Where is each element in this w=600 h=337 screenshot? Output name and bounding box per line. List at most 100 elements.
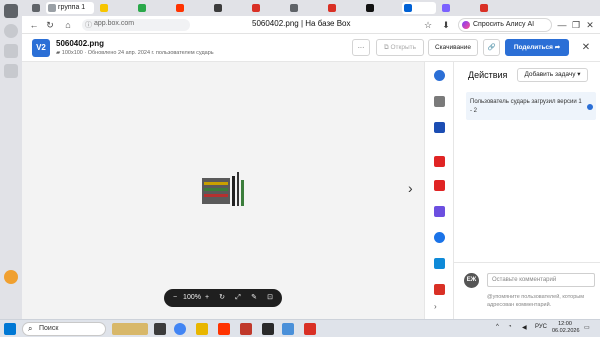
gmail-icon[interactable] — [434, 284, 445, 295]
close-icon[interactable]: ✕ — [584, 19, 596, 31]
more-button[interactable]: ··· — [352, 39, 370, 56]
address-bar: ← ↻ ⌂ ⓘ app.box.com 5060402.png | На баз… — [22, 16, 600, 34]
share-button[interactable]: Поделиться ➦ — [505, 39, 569, 56]
open-button[interactable]: ⧉ Открыть — [376, 39, 424, 56]
zoom-in-button[interactable]: + — [202, 292, 212, 304]
browser-tab[interactable] — [326, 2, 360, 14]
tab-favicon-icon — [328, 4, 336, 12]
version-badge[interactable]: V2 — [32, 39, 50, 57]
taskbar-search[interactable]: ⌕ Поиск — [22, 322, 106, 336]
tab-favicon-icon — [290, 4, 298, 12]
tab-favicon-icon — [480, 4, 488, 12]
browser-tab[interactable] — [98, 2, 132, 14]
comment-section: ЕЖ Оставьте комментарий @упомяните польз… — [454, 262, 600, 319]
copy-link-button[interactable]: 🔗 — [483, 39, 500, 56]
window-icon[interactable] — [30, 2, 40, 14]
ask-alice-label: Спросить Алису AI — [473, 21, 535, 28]
tab-favicon-icon — [366, 4, 374, 12]
chevron-down-icon: ▾ — [577, 71, 581, 78]
minimize-icon[interactable]: — — [556, 19, 568, 31]
file-meta-text: 100x100 · Обновлено 24 апр. 2024 г. поль… — [61, 50, 214, 56]
rotate-icon[interactable]: ↻ — [216, 292, 228, 304]
yandex-browser-icon[interactable] — [218, 323, 230, 335]
image-preview: › − 100% + ↻ ⤢ ✎ ⊡ — [22, 62, 424, 319]
preview-image[interactable] — [202, 172, 246, 210]
network-icon[interactable]: ◔ — [508, 324, 512, 330]
tab-favicon-icon — [442, 4, 450, 12]
zoom-app-icon[interactable] — [434, 232, 445, 243]
notifications-icon[interactable]: ▭ — [584, 324, 590, 331]
link-icon: 🔗 — [487, 44, 496, 51]
acrobat-icon[interactable] — [434, 180, 445, 191]
home-icon[interactable]: ⌂ — [62, 19, 74, 31]
browser-tab[interactable] — [212, 2, 246, 14]
draw-icon[interactable]: ⊡ — [264, 292, 276, 304]
folder-icon: ▰ — [56, 50, 61, 56]
file-meta: ▰ 100x100 · Обновлено 24 апр. 2024 г. по… — [56, 50, 214, 56]
comment-hint: @упомяните пользователей, которым адресо… — [487, 294, 585, 308]
add-task-button[interactable]: Добавить задачу ▾ — [517, 68, 588, 82]
pdf-icon[interactable] — [434, 156, 445, 167]
app3-icon[interactable] — [282, 323, 294, 335]
alice-icon[interactable] — [4, 270, 18, 284]
tab-group-1[interactable]: группа 1 — [46, 2, 94, 14]
avatar: ЕЖ — [464, 273, 479, 288]
browser-tab[interactable] — [136, 2, 170, 14]
app2-icon[interactable] — [262, 323, 274, 335]
browser-tab[interactable] — [250, 2, 284, 14]
zoom-level: 100% — [183, 294, 201, 301]
app-integration-icon[interactable] — [434, 122, 445, 133]
browser-tab[interactable] — [174, 2, 208, 14]
app4-icon[interactable] — [304, 323, 316, 335]
ask-alice-button[interactable]: Спросить Алису AI — [458, 18, 552, 32]
file-name: 5060402.png — [56, 39, 105, 48]
search-icon: ⌕ — [28, 324, 33, 333]
profile-icon[interactable] — [4, 24, 18, 38]
downloads-icon[interactable] — [4, 64, 18, 78]
open-label: Открыть — [390, 44, 416, 51]
app-icon[interactable] — [240, 323, 252, 335]
task-view-icon[interactable] — [154, 323, 166, 335]
zoom-out-button[interactable]: − — [170, 292, 180, 304]
volume-icon[interactable]: ◀ — [522, 324, 527, 331]
info-icon[interactable] — [587, 104, 593, 110]
browser-tab[interactable] — [440, 2, 474, 14]
tab-label: группа 1 — [58, 4, 86, 11]
close-preview-icon[interactable]: ✕ — [580, 42, 592, 54]
back-icon[interactable]: ← — [28, 19, 40, 31]
download-button[interactable]: Скачивание — [428, 39, 478, 56]
reload-icon[interactable]: ↻ — [44, 19, 56, 31]
browser-tab[interactable] — [478, 2, 512, 14]
sidebar-tabs: › — [424, 62, 454, 319]
start-icon[interactable] — [4, 323, 16, 335]
sign-icon[interactable] — [434, 206, 445, 217]
maximize-icon[interactable]: ❐ — [570, 19, 582, 31]
browser-tab[interactable] — [402, 2, 436, 14]
annotate-icon[interactable]: ✎ — [248, 292, 260, 304]
site-info-icon[interactable]: ⓘ — [85, 20, 92, 30]
bookmark-icon[interactable]: ☆ — [422, 19, 434, 31]
next-file-arrow-icon[interactable]: › — [408, 180, 413, 196]
taskbar-search-label: Поиск — [39, 325, 59, 332]
keyboard-language[interactable]: РУС — [535, 324, 547, 330]
file-explorer-icon[interactable] — [196, 323, 208, 335]
clock[interactable]: 12:00 06.02.2026 — [552, 321, 580, 335]
browser-tab[interactable] — [288, 2, 322, 14]
weather-widget-icon[interactable] — [112, 323, 148, 335]
tray-chevron-icon[interactable]: ^ — [496, 324, 499, 330]
outlook-icon[interactable] — [434, 258, 445, 269]
url-field[interactable]: ⓘ app.box.com — [82, 19, 190, 31]
expand-sidebar-icon[interactable]: › — [434, 302, 445, 313]
chrome-icon[interactable] — [174, 323, 186, 335]
share-arrow-icon: ➦ — [554, 44, 561, 51]
fullscreen-icon[interactable]: ⤢ — [232, 292, 244, 304]
download-icon[interactable]: ⬇ — [440, 19, 452, 31]
browser-tab[interactable] — [364, 2, 398, 14]
tab-favicon-icon — [176, 4, 184, 12]
camera-icon[interactable] — [4, 4, 18, 18]
activity-icon[interactable] — [434, 70, 445, 81]
add-task-label: Добавить задачу — [524, 71, 576, 78]
collections-icon[interactable] — [4, 44, 18, 58]
file-details-icon[interactable] — [434, 96, 445, 107]
comment-input[interactable]: Оставьте комментарий — [487, 273, 595, 287]
